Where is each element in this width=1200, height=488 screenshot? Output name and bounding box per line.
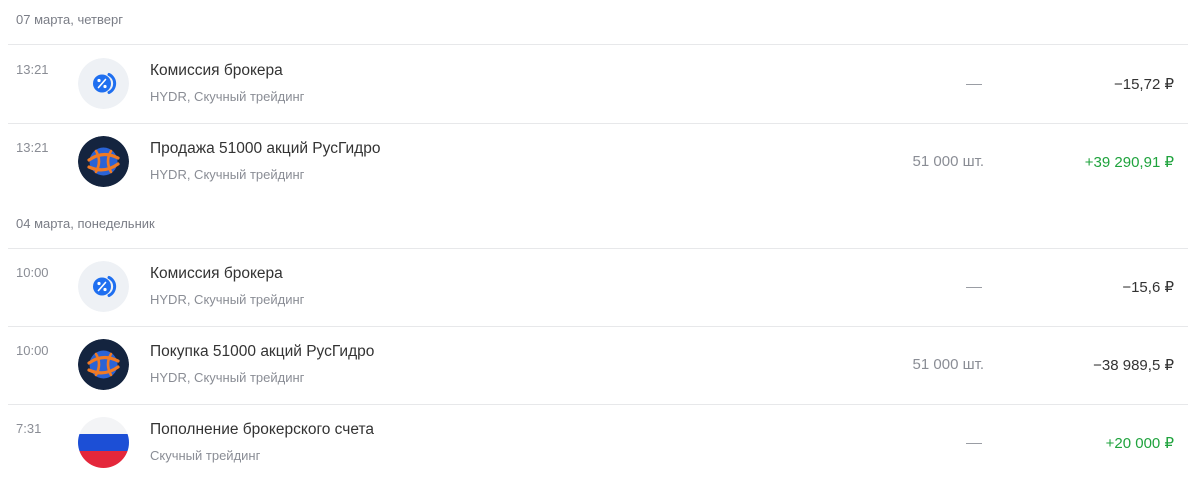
operation-amount: −38 989,5 ₽ [1093, 357, 1174, 374]
operation-title: Комиссия брокера [150, 62, 283, 79]
operation-subtitle: Скучный трейдинг [150, 448, 261, 463]
operation-subtitle: HYDR, Скучный трейдинг [150, 89, 305, 104]
operation-row[interactable]: 10:00 Покупка 51000 акций РусГидро HYDR,… [0, 326, 1200, 404]
broker-commission-icon [78, 58, 129, 109]
date-header: 04 марта, понедельник [16, 216, 155, 231]
operation-amount: −15,6 ₽ [1122, 279, 1174, 296]
operation-time: 10:00 [16, 265, 49, 280]
operation-quantity: 51 000 шт. [912, 153, 984, 170]
empty-quantity-dash [966, 287, 982, 288]
operation-time: 13:21 [16, 62, 49, 77]
operation-amount: +39 290,91 ₽ [1084, 154, 1174, 171]
operation-row[interactable]: 13:21 Продажа 51000 акций РусГидро HYDR,… [0, 123, 1200, 201]
operation-row[interactable]: 10:00 Комиссия брокера HYDR, Скучный тре… [0, 248, 1200, 326]
operation-quantity: 51 000 шт. [912, 356, 984, 373]
operation-row[interactable]: 13:21 Комиссия брокера HYDR, Скучный тре… [0, 45, 1200, 123]
operation-title: Продажа 51000 акций РусГидро [150, 140, 381, 157]
operation-subtitle: HYDR, Скучный трейдинг [150, 167, 305, 182]
empty-quantity-dash [966, 443, 982, 444]
broker-commission-icon [78, 261, 129, 312]
operation-time: 10:00 [16, 343, 49, 358]
operation-time: 7:31 [16, 421, 42, 436]
operation-amount: −15,72 ₽ [1113, 76, 1174, 93]
operation-amount: +20 000 ₽ [1105, 435, 1174, 452]
operation-row[interactable]: 7:31 Пополнение брокерского счета Скучны… [0, 404, 1200, 482]
operation-time: 13:21 [16, 140, 49, 155]
empty-quantity-dash [966, 84, 982, 85]
operation-title: Комиссия брокера [150, 265, 283, 282]
rushydro-logo-icon [78, 339, 129, 390]
operation-subtitle: HYDR, Скучный трейдинг [150, 370, 305, 385]
russian-flag-icon [78, 417, 129, 468]
rushydro-logo-icon [78, 136, 129, 187]
operation-subtitle: HYDR, Скучный трейдинг [150, 292, 305, 307]
operation-title: Покупка 51000 акций РусГидро [150, 343, 375, 360]
operation-title: Пополнение брокерского счета [150, 421, 374, 438]
date-header: 07 марта, четверг [16, 12, 123, 27]
